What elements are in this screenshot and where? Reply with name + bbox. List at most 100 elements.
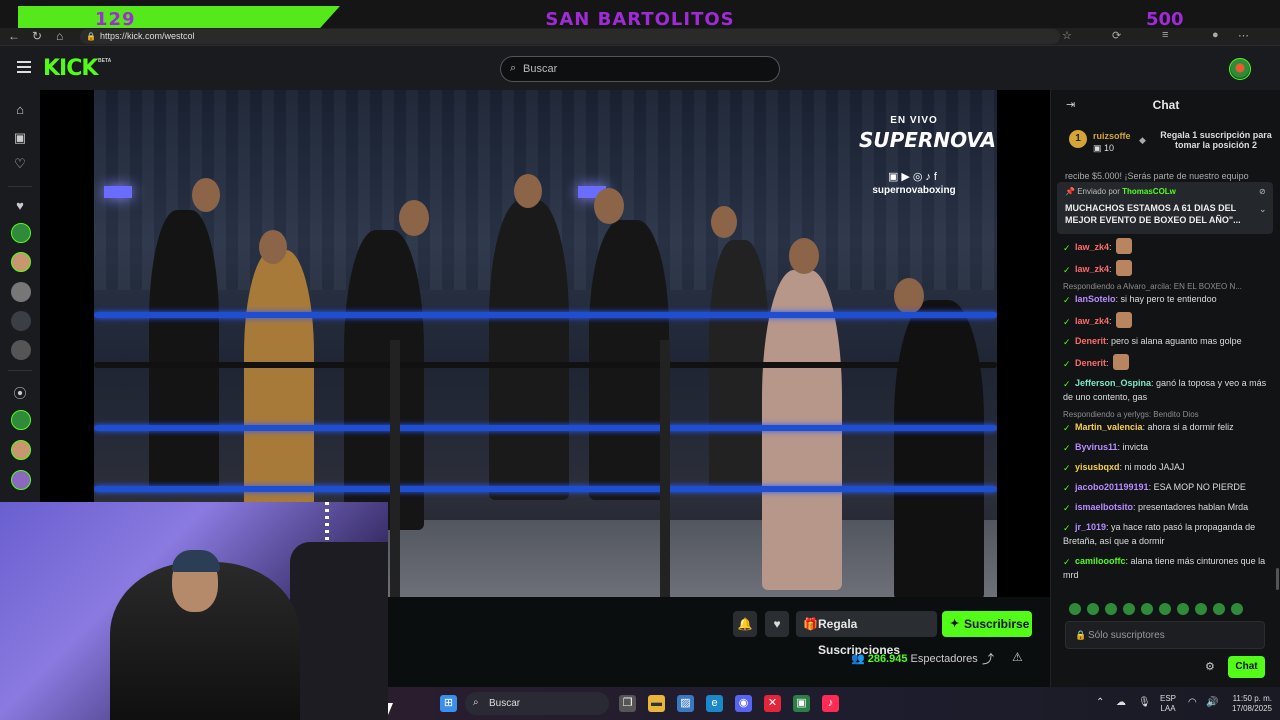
channel-avatar[interactable]: [11, 311, 31, 331]
search-input[interactable]: [523, 61, 763, 77]
edge-browser-icon[interactable]: e: [706, 695, 723, 712]
chat-message[interactable]: ✓ jr_1019: ya hace rato pasó la propagand…: [1063, 520, 1275, 548]
volume-icon[interactable]: 🔊: [1206, 697, 1218, 708]
subscriber-badge-icon: ✓: [1063, 523, 1071, 533]
user-avatar[interactable]: [1229, 58, 1251, 80]
kick-logo[interactable]: KICK: [43, 56, 98, 81]
unpin-icon[interactable]: ⊘: [1259, 187, 1266, 196]
taskbar-search[interactable]: ⌕ Buscar: [465, 692, 609, 715]
emote-button[interactable]: [1177, 603, 1189, 615]
emote-button[interactable]: [1159, 603, 1171, 615]
chat-message[interactable]: ✓ jacobo201199191: ESA MOP NO PIERDE: [1063, 480, 1275, 494]
gift-hint-text: Regala 1 suscripción para tomar la posic…: [1160, 130, 1272, 150]
wifi-icon[interactable]: ◠: [1188, 697, 1197, 708]
channel-avatar[interactable]: [11, 410, 31, 430]
app-x-icon[interactable]: ✕: [764, 695, 781, 712]
emote-button[interactable]: [1105, 603, 1117, 615]
pinned-message[interactable]: 📌 Enviado por ThomasCOLw ⊘ MUCHACHOS EST…: [1057, 182, 1273, 234]
discord-icon[interactable]: ◉: [735, 695, 752, 712]
expand-chevron-icon[interactable]: ⌄: [1259, 204, 1267, 215]
channel-avatar[interactable]: [11, 252, 31, 272]
emote-button[interactable]: [1231, 603, 1243, 615]
extensions-icon[interactable]: ⟳: [1112, 29, 1121, 42]
chat-username[interactable]: Martin_valencia: [1075, 422, 1143, 432]
chat-username[interactable]: law_zk4: [1075, 242, 1109, 252]
chat-message[interactable]: ✓ law_zk4:: [1063, 260, 1275, 276]
share-icon[interactable]: ⤴: [982, 650, 994, 667]
tray-chevron-icon[interactable]: ⌃: [1096, 697, 1104, 708]
photos-icon[interactable]: ▨: [677, 695, 694, 712]
tray-mic-icon[interactable]: 🎙: [1138, 697, 1151, 708]
subscribe-button[interactable]: ✦ Suscribirse: [942, 611, 1032, 637]
chat-username[interactable]: law_zk4: [1075, 264, 1109, 274]
browse-icon[interactable]: ▣: [12, 130, 28, 146]
gift-subs-button[interactable]: 🎁 Regala Suscripciones: [796, 611, 937, 657]
chat-message[interactable]: ✓ law_zk4:: [1063, 312, 1275, 328]
favorites-icon[interactable]: ≡: [1162, 29, 1168, 41]
home-icon[interactable]: ⌂: [12, 102, 28, 118]
emote-button[interactable]: [1123, 603, 1135, 615]
chat-message[interactable]: ✓ Jefferson_Ospina: ganó la toposa y veo …: [1063, 376, 1275, 404]
file-explorer-icon[interactable]: ▬: [648, 695, 665, 712]
chat-username[interactable]: Byvirus11: [1075, 442, 1118, 452]
chat-message[interactable]: ✓ camiloooffc: alana tiene más cinturones…: [1063, 554, 1275, 582]
kick-app-icon[interactable]: ▣: [793, 695, 810, 712]
channel-avatar[interactable]: [11, 470, 31, 490]
tiktok-icon[interactable]: ♪: [822, 695, 839, 712]
chat-username[interactable]: ismaelbotsito: [1075, 502, 1133, 512]
chat-username[interactable]: jacobo201199191: [1075, 482, 1149, 492]
chat-message[interactable]: ✓ law_zk4:: [1063, 238, 1275, 254]
chat-message[interactable]: Respondiendo a Alvaro_arcila: EN EL BOXE…: [1063, 282, 1275, 306]
following-heart-icon[interactable]: ♡: [12, 156, 28, 172]
emote-button[interactable]: [1069, 603, 1081, 615]
chat-message[interactable]: ✓ ismaelbotsito: presentadores hablan Mrd…: [1063, 500, 1275, 514]
chat-send-button[interactable]: Chat: [1228, 656, 1265, 678]
chat-username[interactable]: Denerit: [1075, 336, 1106, 346]
home-icon[interactable]: ⌂: [56, 29, 63, 43]
emote-button[interactable]: [1141, 603, 1153, 615]
chat-message[interactable]: ✓ Denerit:: [1063, 354, 1275, 370]
back-icon[interactable]: ←: [8, 29, 20, 43]
search-bar[interactable]: ⌕: [500, 56, 780, 82]
menu-icon[interactable]: [17, 61, 31, 73]
chat-username[interactable]: camiloooffc: [1075, 556, 1126, 566]
refresh-icon[interactable]: ↻: [32, 29, 42, 43]
gift-leaderboard[interactable]: 1 ruizsoffe ▣ 10 ◆ Regala 1 suscripción …: [1061, 122, 1277, 158]
notifications-button[interactable]: 🔔: [733, 611, 757, 637]
channel-avatar[interactable]: [11, 282, 31, 302]
channel-avatar[interactable]: [11, 440, 31, 460]
profile-icon[interactable]: ●: [1212, 29, 1219, 41]
chat-message[interactable]: Respondiendo a yerlygs: Bendito Dios ✓ Mar…: [1063, 410, 1275, 434]
chat-scrollbar[interactable]: [1276, 568, 1279, 590]
report-icon[interactable]: ⚠: [1012, 650, 1023, 664]
chat-username[interactable]: Denerit: [1075, 358, 1106, 368]
chat-message[interactable]: ✓ Byvirus11: invicta: [1063, 440, 1275, 454]
chat-username[interactable]: Jefferson_Ospina: [1075, 378, 1151, 388]
gear-icon[interactable]: ⚙: [1205, 660, 1215, 673]
tray-network-icon[interactable]: ☁: [1116, 697, 1126, 708]
chat-message[interactable]: ✓ Denerit: pero si alana aguanto mas golp…: [1063, 334, 1275, 348]
person-figure: [589, 220, 669, 500]
system-clock[interactable]: 11:50 p. m. 17/08/2025: [1224, 694, 1272, 714]
chat-message[interactable]: ✓ yisusbqxd: ni modo JAJAJ: [1063, 460, 1275, 474]
emote-button[interactable]: [1213, 603, 1225, 615]
channel-avatar[interactable]: [11, 340, 31, 360]
address-bar[interactable]: 🔒 https://kick.com/westcol: [80, 29, 1060, 44]
emote-button[interactable]: [1087, 603, 1099, 615]
emote-button[interactable]: [1195, 603, 1207, 615]
star-icon[interactable]: ☆: [1062, 29, 1072, 42]
chat-input[interactable]: [1088, 628, 1258, 642]
chat-input-box[interactable]: 🔒: [1065, 621, 1265, 649]
heart-icon: ♥: [773, 617, 781, 631]
follow-button[interactable]: ♥: [765, 611, 789, 637]
channel-avatar[interactable]: [11, 223, 31, 243]
chat-username[interactable]: yisusbqxd: [1075, 462, 1120, 472]
chat-messages[interactable]: ✓ law_zk4: ✓ law_zk4: Respondiendo a Alvar…: [1063, 238, 1275, 596]
menu-dots-icon[interactable]: ⋯: [1238, 29, 1249, 42]
task-view-icon[interactable]: ❐: [619, 695, 636, 712]
chat-username[interactable]: jr_1019: [1075, 522, 1106, 532]
chat-username[interactable]: IanSotelo: [1075, 294, 1116, 304]
chat-username[interactable]: law_zk4: [1075, 316, 1109, 326]
keyboard-language[interactable]: ESP LAA: [1160, 694, 1176, 714]
windows-start-icon[interactable]: ⊞: [440, 695, 457, 712]
